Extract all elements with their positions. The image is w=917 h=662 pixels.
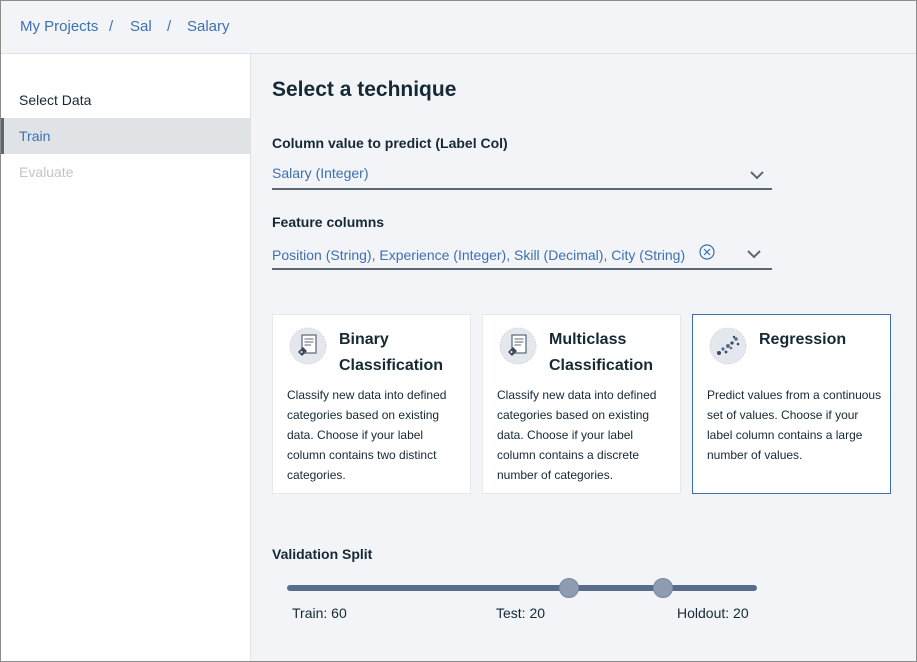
feature-cols-select[interactable]: Position (String), Experience (Integer),… (272, 240, 772, 270)
label-col-value: Salary (Integer) (272, 165, 369, 181)
breadcrumb-sal[interactable]: Sal (130, 18, 152, 35)
validation-slider-track[interactable] (287, 585, 757, 591)
slider-handle-train-test[interactable] (559, 578, 579, 598)
technique-card-multiclass-classification[interactable]: Multiclass Classification Classify new d… (482, 314, 681, 494)
slider-handle-test-holdout[interactable] (653, 578, 673, 598)
label-col-label: Column value to predict (Label Col) (272, 135, 508, 151)
technique-title: Multiclass Classification (549, 331, 654, 374)
sidebar: Select Data Train Evaluate (1, 54, 251, 661)
document-tag-icon (289, 327, 327, 365)
technique-card-regression[interactable]: Regression Predict values from a continu… (692, 314, 891, 494)
technique-card-binary-classification[interactable]: Binary Classification Classify new data … (272, 314, 471, 494)
breadcrumb-my-projects[interactable]: My Projects (20, 18, 98, 35)
sidebar-item-train[interactable]: Train (1, 118, 250, 154)
feature-cols-value: Position (String), Experience (Integer),… (272, 247, 686, 263)
label-col-select[interactable]: Salary (Integer) (272, 160, 772, 190)
train-split-value: Train: 60 (292, 605, 347, 621)
technique-title: Regression (759, 331, 847, 348)
technique-description: Classify new data into defined categorie… (287, 388, 447, 482)
breadcrumb-separator: / (167, 18, 172, 35)
holdout-split-value: Holdout: 20 (677, 605, 749, 621)
sidebar-item-select-data[interactable]: Select Data (1, 82, 250, 118)
top-bar: My Projects / Sal / Salary (1, 1, 916, 54)
clear-selection-icon[interactable] (699, 244, 715, 260)
scatter-dots-icon (709, 327, 747, 365)
page-title: Select a technique (272, 78, 457, 101)
breadcrumb-separator: / (109, 18, 114, 35)
technique-description: Classify new data into defined categorie… (497, 388, 657, 482)
sidebar-item-evaluate: Evaluate (19, 164, 74, 180)
validation-split-label: Validation Split (272, 546, 373, 562)
breadcrumb-salary[interactable]: Salary (187, 18, 230, 35)
feature-cols-label: Feature columns (272, 214, 385, 230)
chevron-down-icon[interactable] (750, 171, 764, 180)
main-panel: Select a technique Column value to predi… (251, 54, 916, 661)
chevron-down-icon[interactable] (747, 250, 761, 259)
technique-title: Binary Classification (339, 331, 444, 374)
document-tag-icon (499, 327, 537, 365)
test-split-value: Test: 20 (496, 605, 546, 621)
technique-description: Predict values from a continuous set of … (707, 388, 882, 462)
